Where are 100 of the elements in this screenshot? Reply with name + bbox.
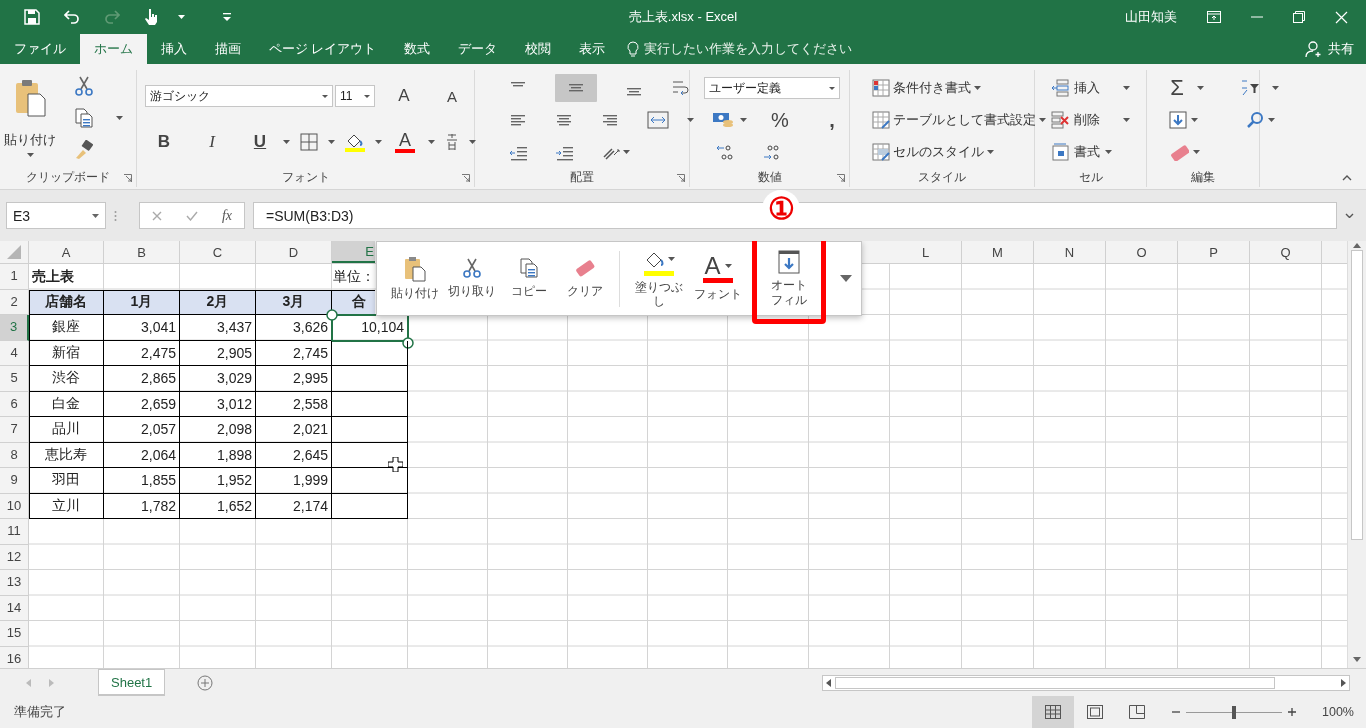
row-header[interactable]: 7 bbox=[0, 417, 29, 443]
caret-icon[interactable] bbox=[740, 118, 747, 122]
user-name[interactable]: 山田知美 bbox=[1125, 8, 1177, 26]
column-header[interactable]: B bbox=[104, 241, 180, 263]
row-header[interactable]: 13 bbox=[0, 570, 29, 596]
expand-formula-icon[interactable] bbox=[1345, 213, 1354, 218]
caret-icon[interactable] bbox=[469, 140, 476, 144]
row-header[interactable]: 12 bbox=[0, 544, 29, 570]
caret-icon[interactable] bbox=[1191, 118, 1198, 122]
delete-cells-icon[interactable] bbox=[1051, 111, 1069, 129]
ribbon-display-icon[interactable] bbox=[1207, 11, 1221, 23]
row-header[interactable]: 6 bbox=[0, 391, 29, 417]
column-header[interactable]: P bbox=[1178, 241, 1250, 263]
column-header[interactable]: C bbox=[180, 241, 256, 263]
search-icon[interactable] bbox=[1246, 111, 1264, 129]
styles-menu-button[interactable]: テーブルとして書式設定 bbox=[893, 111, 1036, 129]
toolbar-button[interactable]: クリア bbox=[557, 243, 613, 314]
person-icon[interactable] bbox=[1305, 40, 1323, 58]
zoom-slider-thumb[interactable] bbox=[1232, 705, 1236, 719]
close-icon[interactable] bbox=[1335, 10, 1348, 24]
restore-icon[interactable] bbox=[1293, 11, 1305, 23]
fill-down-icon[interactable] bbox=[1169, 111, 1187, 129]
scroll-right-icon[interactable] bbox=[1341, 678, 1346, 687]
ribbon-tab[interactable]: ファイル bbox=[0, 34, 80, 64]
row-header[interactable]: 16 bbox=[0, 646, 29, 668]
caret-icon[interactable] bbox=[26, 153, 34, 157]
row-header[interactable]: 9 bbox=[0, 468, 29, 494]
paste-button[interactable]: 貼り付け bbox=[4, 132, 56, 149]
borders-icon[interactable] bbox=[300, 133, 318, 151]
insert-function-button[interactable]: fx bbox=[221, 207, 232, 224]
ribbon-tab[interactable]: 表示 bbox=[565, 34, 620, 64]
share-button[interactable]: 共有 bbox=[1328, 40, 1354, 58]
caret-icon[interactable] bbox=[1193, 150, 1200, 154]
zoom-in-icon[interactable] bbox=[1288, 708, 1296, 716]
zoom-out-icon[interactable] bbox=[1172, 708, 1180, 716]
customize-icon[interactable] bbox=[223, 13, 231, 21]
ribbon-tab[interactable]: ページ レイアウト bbox=[255, 34, 391, 64]
toolbar-button[interactable]: 貼り付け bbox=[387, 243, 443, 314]
name-box[interactable]: E3 bbox=[6, 202, 106, 229]
row-header[interactable]: 15 bbox=[0, 621, 29, 647]
row-header[interactable]: 2 bbox=[0, 289, 29, 315]
ribbon-tab[interactable]: データ bbox=[444, 34, 512, 64]
paste-icon[interactable] bbox=[14, 78, 46, 118]
ribbon-tab[interactable]: 数式 bbox=[390, 34, 445, 64]
launcher-icon[interactable] bbox=[462, 174, 470, 182]
column-header[interactable]: Q bbox=[1250, 241, 1322, 263]
undo-icon[interactable] bbox=[64, 9, 80, 25]
tell-me-field[interactable]: 実行したい作業を入力してください bbox=[644, 40, 853, 58]
lightbulb-icon[interactable] bbox=[627, 41, 640, 57]
scroll-left-icon[interactable] bbox=[826, 678, 831, 687]
view-button[interactable] bbox=[1032, 696, 1074, 728]
underline-button[interactable]: U bbox=[247, 132, 273, 152]
increase-decimal-icon[interactable] bbox=[716, 143, 736, 161]
font-color-button[interactable]: A bbox=[392, 131, 418, 148]
autosum-button[interactable]: Σ bbox=[1169, 75, 1185, 101]
scroll-up-icon[interactable] bbox=[1353, 243, 1361, 248]
row-header[interactable]: 4 bbox=[0, 340, 29, 366]
save-icon[interactable] bbox=[24, 9, 40, 25]
caret-icon[interactable] bbox=[1039, 118, 1046, 122]
caret-icon[interactable] bbox=[375, 140, 382, 144]
caret-icon[interactable] bbox=[667, 256, 675, 261]
caret-icon[interactable] bbox=[116, 116, 123, 120]
percent-button[interactable]: % bbox=[767, 108, 793, 132]
format-cells-icon[interactable] bbox=[1051, 143, 1069, 161]
touch-hand-icon[interactable] bbox=[144, 8, 158, 26]
row-header[interactable]: 5 bbox=[0, 366, 29, 392]
collapse-ribbon-icon[interactable] bbox=[1342, 175, 1352, 181]
column-header[interactable]: O bbox=[1106, 241, 1178, 263]
comma-button[interactable]: , bbox=[819, 108, 845, 132]
drag-handle-icon[interactable] bbox=[114, 209, 117, 222]
number-format-field[interactable]: ユーザー定義 bbox=[704, 77, 840, 99]
toolbar-button[interactable]: A フォント bbox=[692, 243, 744, 314]
caret-icon[interactable] bbox=[283, 140, 290, 144]
column-header[interactable]: A bbox=[29, 241, 104, 263]
scrollbar-thumb[interactable] bbox=[835, 676, 1275, 689]
italic-button[interactable]: I bbox=[199, 132, 225, 152]
launcher-icon[interactable] bbox=[677, 174, 685, 182]
scissors-icon[interactable] bbox=[74, 76, 94, 96]
toolbar-button[interactable]: コピー bbox=[501, 243, 557, 314]
styles-menu-button[interactable]: セルのスタイル bbox=[893, 143, 984, 161]
cell-style-icon[interactable] bbox=[872, 143, 890, 161]
copy-icon[interactable] bbox=[74, 108, 94, 128]
sheet-tab[interactable]: Sheet1 bbox=[98, 669, 166, 696]
ribbon-tab[interactable]: 挿入 bbox=[147, 34, 201, 64]
styles-menu-button[interactable]: 条件付き書式 bbox=[893, 79, 971, 97]
cells-menu-button[interactable]: 挿入 bbox=[1074, 79, 1118, 97]
bold-button[interactable]: B bbox=[151, 132, 177, 152]
toolbar-button[interactable]: 切り取り bbox=[443, 243, 501, 314]
caret-icon[interactable] bbox=[178, 15, 185, 19]
table-format-icon[interactable] bbox=[872, 111, 890, 129]
caret-icon[interactable] bbox=[987, 150, 994, 154]
horizontal-scrollbar[interactable] bbox=[822, 674, 1350, 691]
caret-icon[interactable] bbox=[1123, 86, 1130, 90]
column-header[interactable]: L bbox=[890, 241, 962, 263]
caret-icon[interactable] bbox=[687, 118, 694, 122]
conditional-format-icon[interactable] bbox=[872, 79, 890, 97]
caret-icon[interactable] bbox=[428, 140, 435, 144]
launcher-icon[interactable] bbox=[837, 174, 845, 182]
row-header[interactable]: 3 bbox=[0, 315, 29, 341]
caret-icon[interactable] bbox=[1272, 86, 1279, 90]
